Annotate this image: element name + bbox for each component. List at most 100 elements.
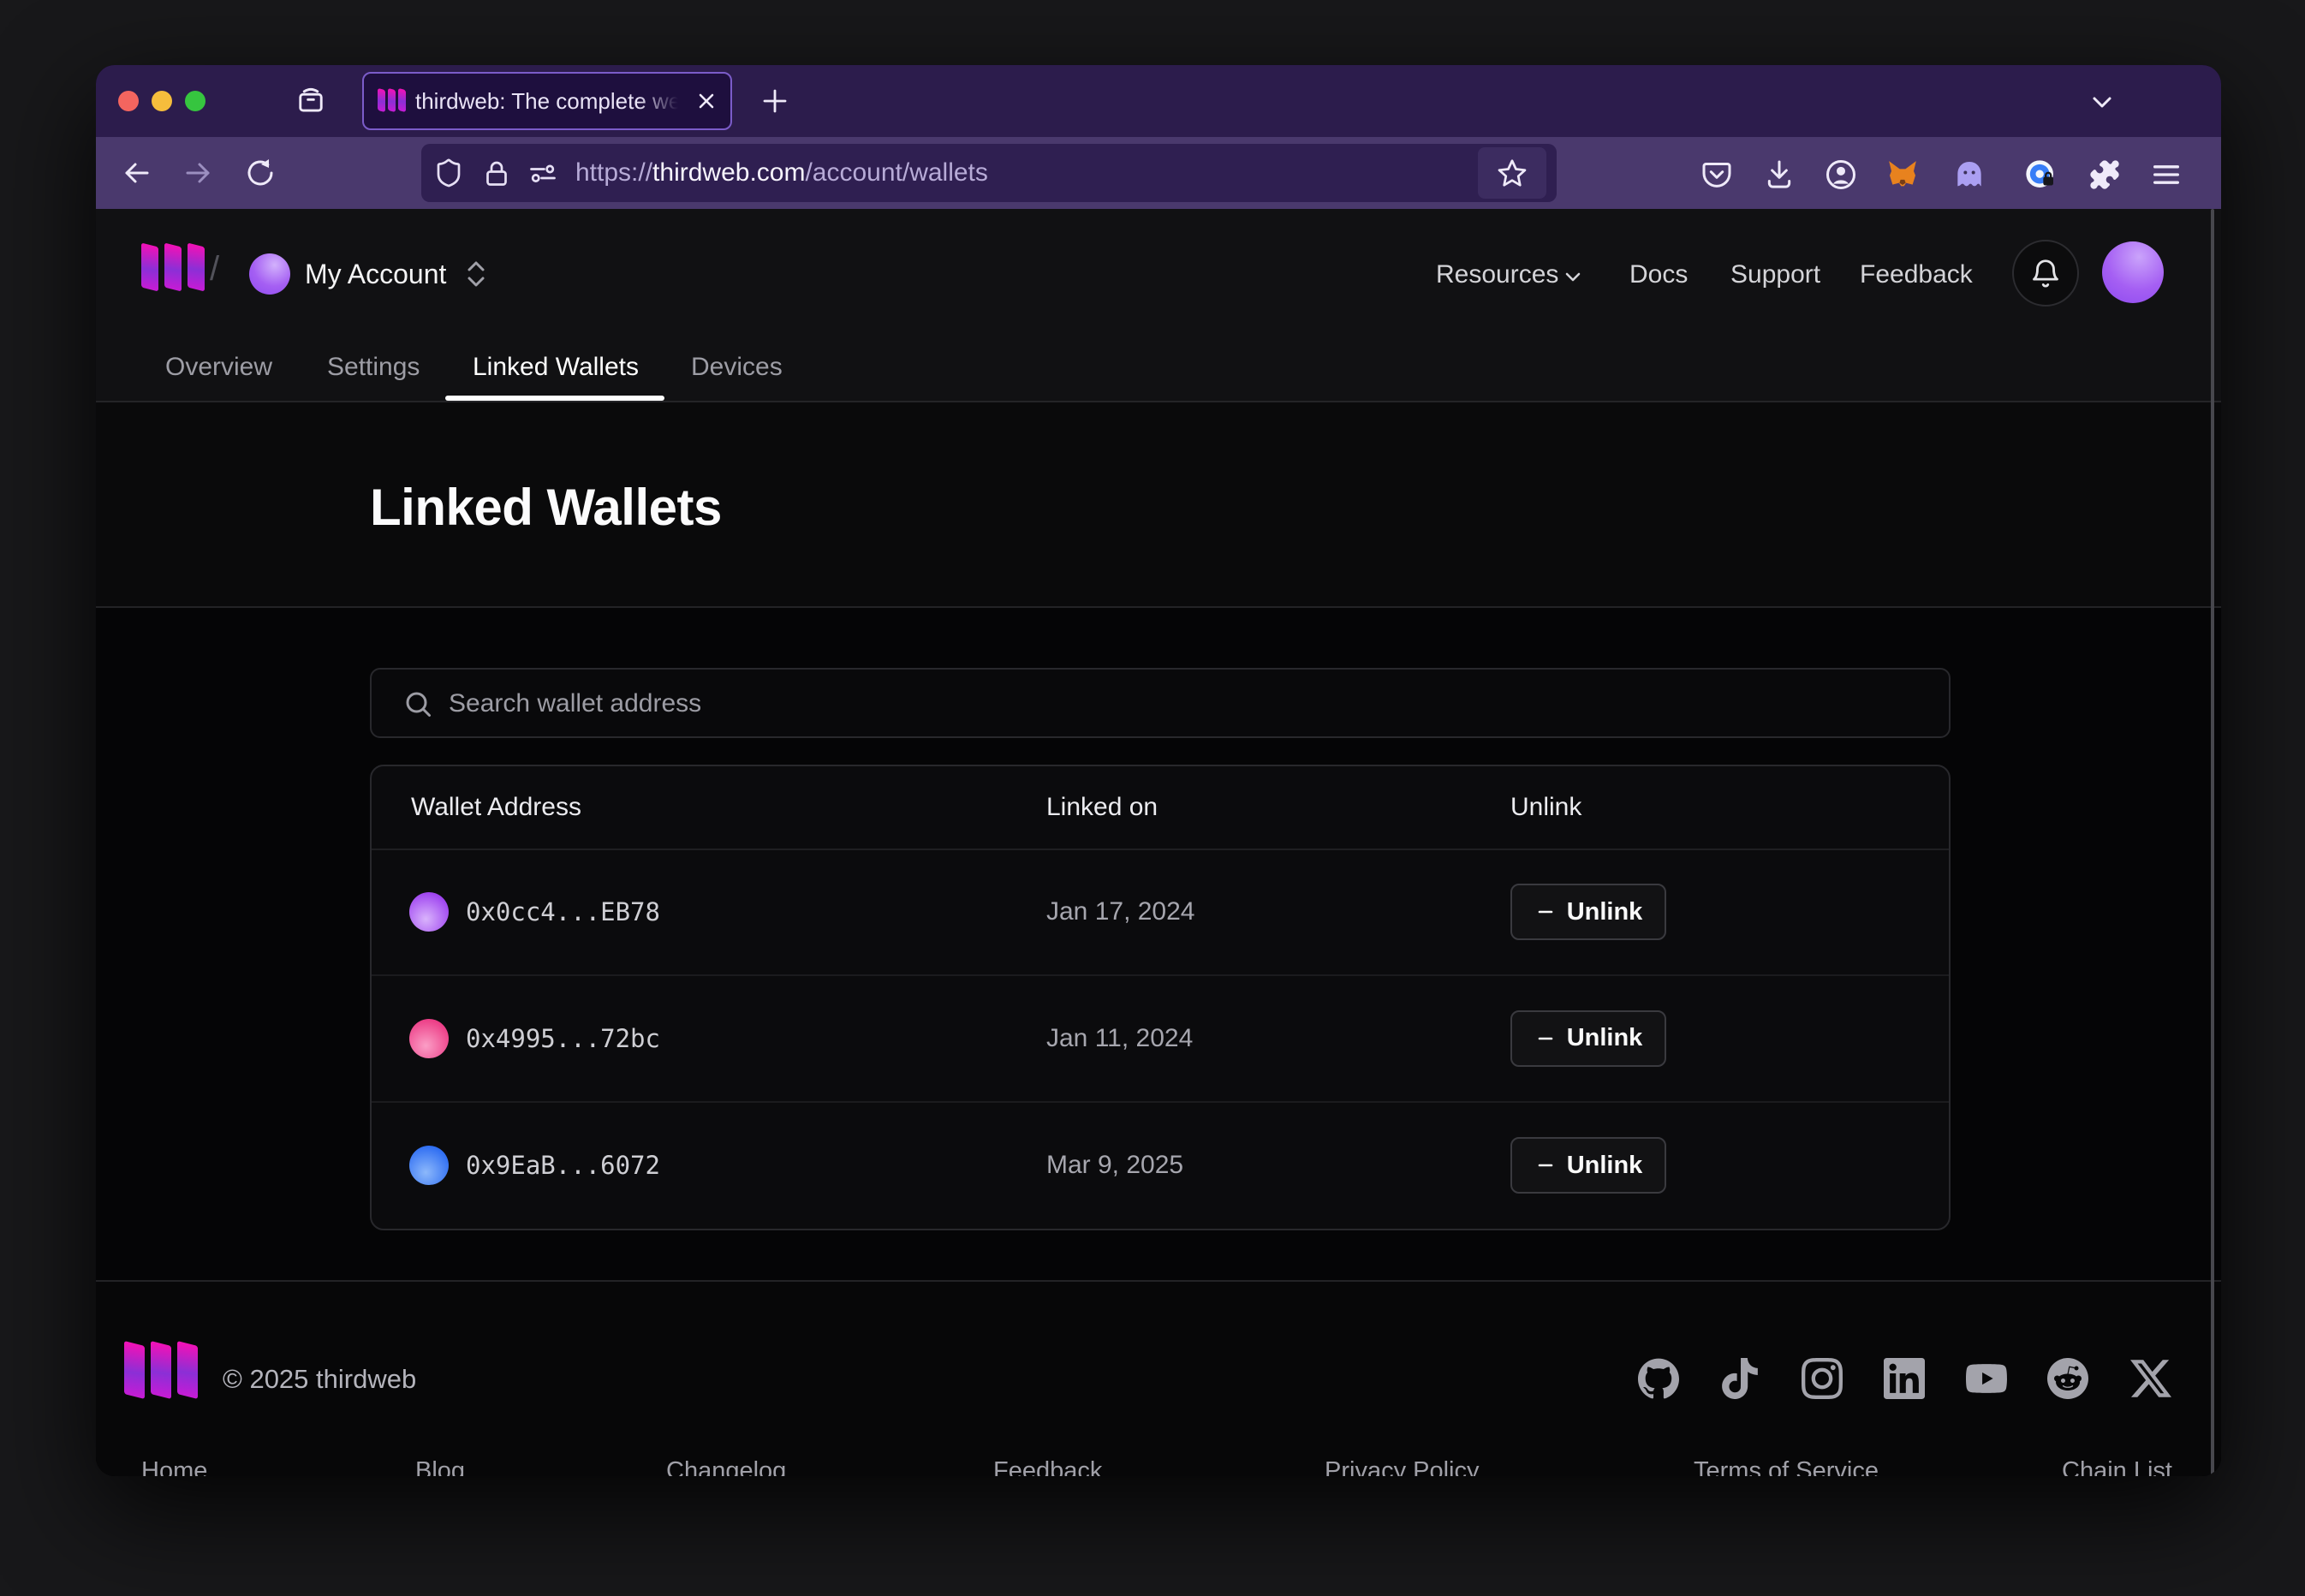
account-select-chevrons-icon[interactable] xyxy=(462,259,490,289)
tab-close-icon[interactable] xyxy=(693,87,720,115)
linked-on-date: Jan 11, 2024 xyxy=(1046,1024,1193,1053)
onepassword-extension-icon[interactable] xyxy=(2023,158,2058,192)
tab-linked-wallets[interactable]: Linked Wallets xyxy=(473,353,639,382)
browser-tab[interactable]: thirdweb: The complete web3 d xyxy=(362,72,732,130)
unlink-label: Unlink xyxy=(1567,898,1643,926)
downloads-icon[interactable] xyxy=(1762,158,1796,192)
notifications-bell-button[interactable] xyxy=(2012,240,2079,307)
back-icon[interactable] xyxy=(120,156,154,190)
user-avatar[interactable] xyxy=(2102,241,2164,303)
breadcrumb-separator: / xyxy=(210,250,219,289)
account-icon[interactable] xyxy=(1824,158,1858,192)
active-tab-underline xyxy=(445,396,664,401)
url-scheme: https:// xyxy=(575,158,652,187)
browser-toolbar: https://thirdweb.com/account/wallets xyxy=(96,137,2221,209)
linkedin-icon[interactable] xyxy=(1884,1358,1925,1399)
tab-settings[interactable]: Settings xyxy=(327,353,420,382)
col-linked-on: Linked on xyxy=(1046,793,1158,822)
nav-support[interactable]: Support xyxy=(1730,260,1820,289)
tab-overview[interactable]: Overview xyxy=(165,353,272,382)
wallet-avatar xyxy=(409,1146,449,1185)
account-avatar[interactable] xyxy=(249,253,290,295)
unlink-button[interactable]: Unlink xyxy=(1510,1137,1666,1194)
menu-hamburger-icon[interactable] xyxy=(2149,158,2183,192)
x-icon[interactable] xyxy=(2130,1358,2171,1399)
wallet-address: 0x4995...72bc xyxy=(466,1024,660,1053)
unlink-button[interactable]: Unlink xyxy=(1510,884,1666,940)
wallet-avatar xyxy=(409,1019,449,1058)
thirdweb-favicon xyxy=(378,89,406,111)
hero-section: Linked Wallets xyxy=(96,402,2221,608)
resources-chevron-icon[interactable] xyxy=(1562,265,1584,288)
account-switcher[interactable]: My Account xyxy=(305,259,446,290)
reddit-icon[interactable] xyxy=(2047,1358,2088,1399)
extensions-puzzle-icon[interactable] xyxy=(2088,158,2122,192)
search-icon xyxy=(402,688,433,719)
minimize-window-button[interactable] xyxy=(152,91,172,111)
new-tab-icon[interactable] xyxy=(758,84,792,118)
unlink-label: Unlink xyxy=(1567,1152,1643,1180)
footer-link-chainlist[interactable]: Chain List xyxy=(2062,1457,2172,1476)
unlink-button[interactable]: Unlink xyxy=(1510,1010,1666,1067)
lock-icon[interactable] xyxy=(481,158,512,188)
footer-link-blog[interactable]: Blog xyxy=(415,1457,465,1476)
url-host: thirdweb.com xyxy=(652,158,805,187)
page-content: / My Account Resources Docs Support Feed… xyxy=(96,209,2221,1476)
reload-icon[interactable] xyxy=(243,156,277,190)
instagram-icon[interactable] xyxy=(1802,1358,1843,1399)
wallet-search[interactable] xyxy=(370,668,1951,738)
col-unlink: Unlink xyxy=(1510,793,1581,822)
footer-link-feedback[interactable]: Feedback xyxy=(993,1457,1102,1476)
metamask-extension-icon[interactable] xyxy=(1885,158,1920,192)
url-text[interactable]: https://thirdweb.com/account/wallets xyxy=(575,144,988,202)
tiktok-icon[interactable] xyxy=(1719,1358,1760,1399)
forward-icon[interactable] xyxy=(181,156,215,190)
wallets-table: Wallet Address Linked on Unlink 0x0cc4..… xyxy=(370,765,1951,1230)
table-row: 0x4995...72bc Jan 11, 2024 Unlink xyxy=(372,976,1949,1102)
browser-tab-bar: thirdweb: The complete web3 d xyxy=(96,65,2221,137)
tracking-protection-shield-icon[interactable] xyxy=(433,158,464,188)
close-window-button[interactable] xyxy=(118,91,139,111)
nav-feedback[interactable]: Feedback xyxy=(1860,260,1973,289)
table-row: 0x9EaB...6072 Mar 9, 2025 Unlink xyxy=(372,1103,1949,1229)
footer-link-changelog[interactable]: Changelog xyxy=(666,1457,786,1476)
github-icon[interactable] xyxy=(1638,1358,1679,1399)
footer-link-privacy[interactable]: Privacy Policy xyxy=(1325,1457,1480,1476)
list-all-tabs-icon[interactable] xyxy=(2085,86,2119,120)
thirdweb-footer-logo[interactable] xyxy=(124,1343,198,1396)
site-footer: © 2025 thirdweb Home Blog xyxy=(96,1280,2221,1476)
url-path: /account/wallets xyxy=(805,158,987,187)
nav-resources[interactable]: Resources xyxy=(1436,260,1558,289)
wallet-address: 0x9EaB...6072 xyxy=(466,1151,660,1180)
youtube-icon[interactable] xyxy=(1966,1358,2007,1399)
minus-icon xyxy=(1534,1027,1557,1050)
linked-on-date: Jan 17, 2024 xyxy=(1046,897,1194,926)
page-title: Linked Wallets xyxy=(370,478,722,537)
linked-on-date: Mar 9, 2025 xyxy=(1046,1151,1183,1180)
page-scrollbar[interactable] xyxy=(2211,209,2214,1476)
footer-link-home[interactable]: Home xyxy=(141,1457,207,1476)
pocket-icon[interactable] xyxy=(1700,158,1734,192)
minus-icon xyxy=(1534,1154,1557,1176)
minus-icon xyxy=(1534,901,1557,923)
thirdweb-logo[interactable] xyxy=(141,245,205,289)
firefox-view-icon[interactable] xyxy=(294,84,328,118)
site-header: / My Account Resources Docs Support Feed… xyxy=(96,209,2221,402)
wallet-avatar xyxy=(409,892,449,932)
permissions-icon[interactable] xyxy=(527,158,558,188)
phantom-extension-icon[interactable] xyxy=(1952,158,1986,192)
tab-devices[interactable]: Devices xyxy=(691,353,783,382)
address-bar[interactable]: https://thirdweb.com/account/wallets xyxy=(421,144,1557,202)
table-row: 0x0cc4...EB78 Jan 17, 2024 Unlink xyxy=(372,850,1949,976)
zoom-window-button[interactable] xyxy=(185,91,205,111)
footer-link-terms[interactable]: Terms of Service xyxy=(1694,1457,1879,1476)
browser-window: thirdweb: The complete web3 d xyxy=(96,65,2221,1476)
col-wallet-address: Wallet Address xyxy=(411,793,581,822)
search-input[interactable] xyxy=(447,670,1906,738)
wallet-address: 0x0cc4...EB78 xyxy=(466,897,660,926)
table-header-row: Wallet Address Linked on Unlink xyxy=(372,766,1949,850)
unlink-label: Unlink xyxy=(1567,1024,1643,1052)
tab-title: thirdweb: The complete web3 d xyxy=(415,74,681,128)
bookmark-star-icon[interactable] xyxy=(1478,147,1546,199)
nav-docs[interactable]: Docs xyxy=(1629,260,1688,289)
